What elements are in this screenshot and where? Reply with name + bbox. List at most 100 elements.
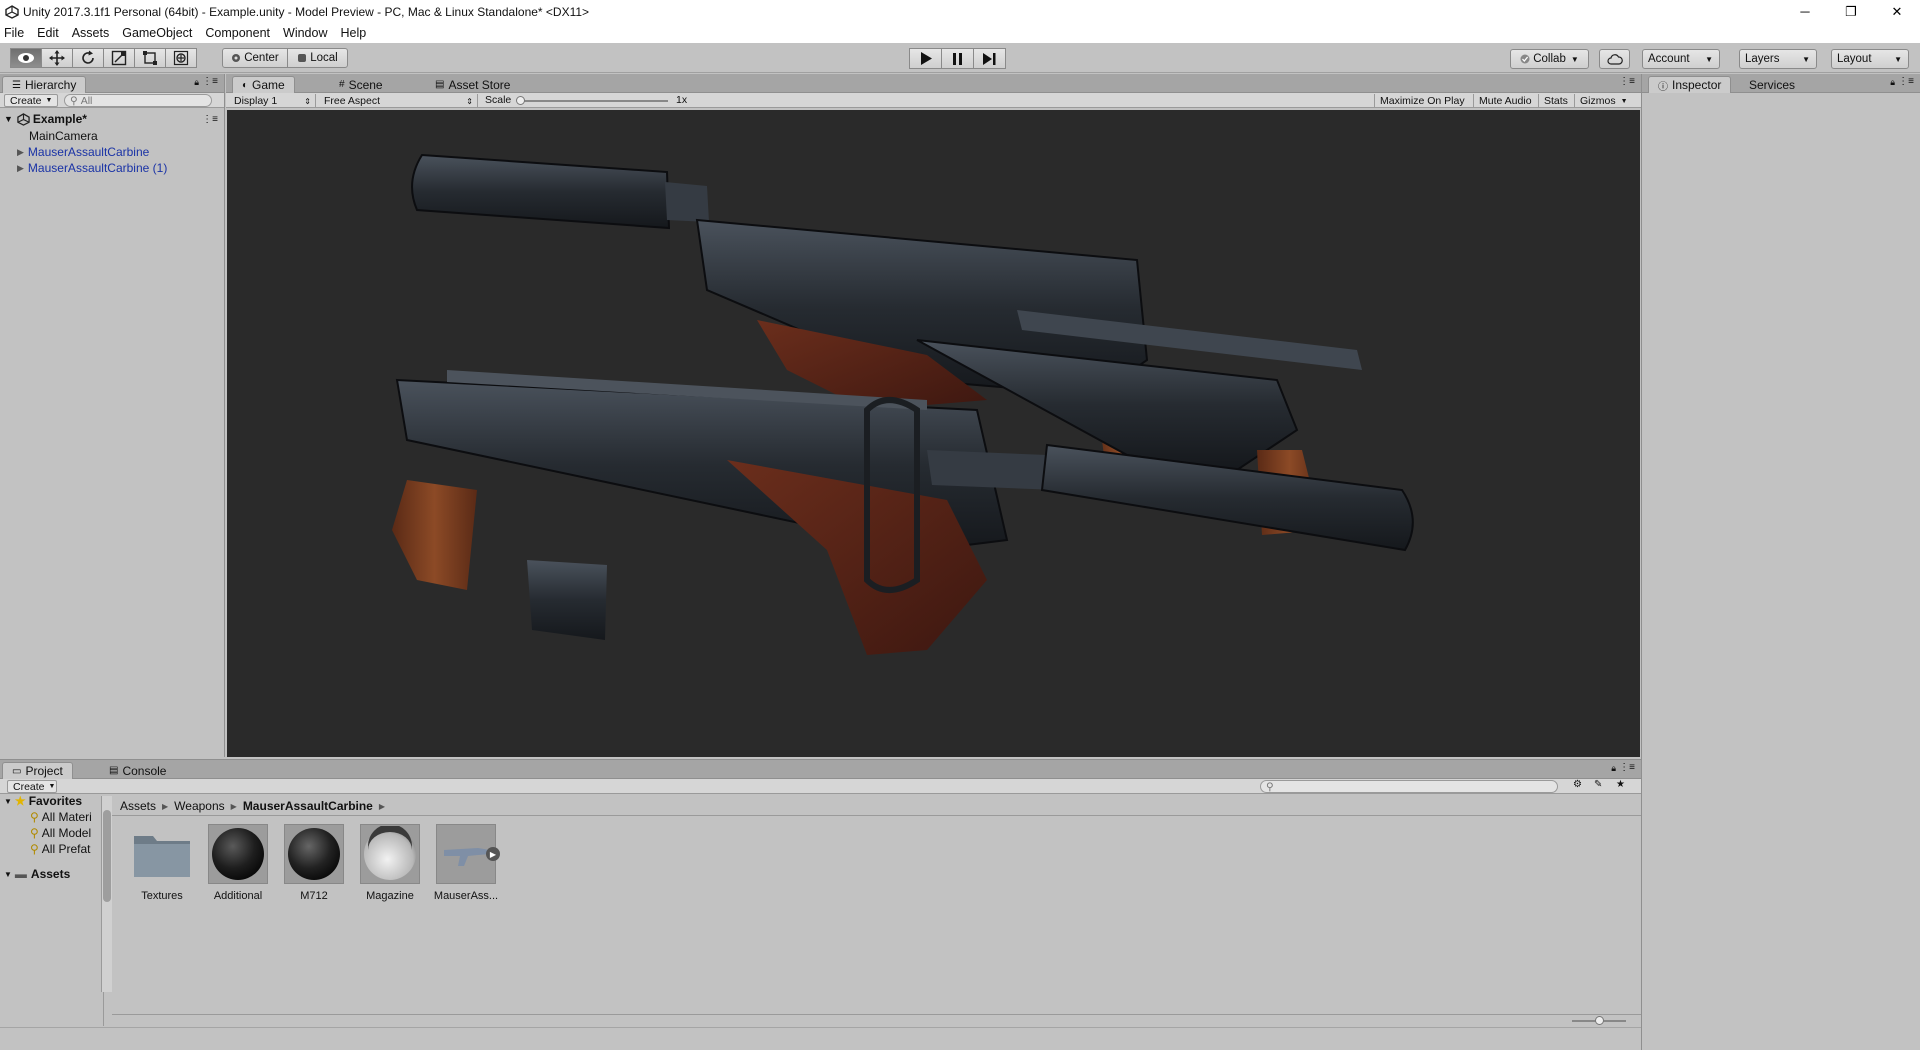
tree-scrollbar-track[interactable]	[101, 796, 112, 992]
tab-console[interactable]: ▤ Console	[100, 762, 175, 779]
pivot-local-button[interactable]: Local	[287, 48, 348, 68]
window-titlebar: Unity 2017.3.1f1 Personal (64bit) - Exam…	[0, 0, 1920, 23]
favorites-row[interactable]: ▼ ★ Favorites	[4, 796, 82, 809]
project-search-input[interactable]: ⚲	[1260, 780, 1558, 793]
asset-item-textures[interactable]: Textures	[129, 824, 195, 902]
transform-tool-button[interactable]	[165, 48, 197, 68]
scene-menu-icon[interactable]: ⋮≡	[202, 114, 218, 125]
gizmos-toggle[interactable]: Gizmos ▼	[1574, 94, 1633, 108]
star-icon: ★	[14, 796, 26, 808]
maximize-on-play-toggle[interactable]: Maximize On Play	[1374, 94, 1470, 108]
thumbnail-size-thumb[interactable]	[1595, 1016, 1604, 1025]
layers-dropdown[interactable]: Layers ▼	[1739, 49, 1817, 69]
layout-dropdown[interactable]: Layout ▼	[1831, 49, 1909, 69]
gizmos-label: Gizmos	[1580, 95, 1616, 107]
favorite-star-icon[interactable]: ★	[1616, 779, 1625, 790]
panel-menu-icon[interactable]: ⋮≡	[202, 76, 218, 87]
folder-icon	[132, 824, 192, 884]
asset-label: MauserAss...	[433, 890, 499, 902]
tab-hierarchy[interactable]: ☰ Hierarchy	[2, 76, 87, 93]
project-create-button[interactable]: Create ▼	[7, 780, 57, 793]
favorite-item-label: All Model	[41, 826, 92, 840]
restore-button[interactable]: ❐	[1828, 0, 1874, 23]
collab-dropdown[interactable]: Collab ▼	[1510, 49, 1589, 69]
scale-tool-button[interactable]	[103, 48, 135, 68]
expand-down-icon[interactable]: ▼	[4, 114, 13, 124]
tab-scene[interactable]: # Scene	[330, 76, 392, 93]
aspect-dropdown[interactable]: Free Aspect ⇕	[320, 94, 478, 108]
assets-root-row[interactable]: ▼ ▬ Assets	[4, 866, 70, 882]
hierarchy-item-carbine-1[interactable]: ▶ MauserAssaultCarbine (1)	[17, 160, 167, 176]
account-dropdown[interactable]: Account ▼	[1642, 49, 1720, 69]
panel-menu-icon[interactable]: ⋮≡	[1619, 762, 1635, 773]
pivot-local-label: Local	[310, 52, 338, 64]
lock-icon[interactable]: 🔒︎	[1890, 77, 1895, 88]
step-button[interactable]	[973, 48, 1006, 69]
view-tool-button[interactable]	[10, 48, 42, 68]
expand-down-icon[interactable]: ▼	[4, 870, 12, 879]
menu-help[interactable]: Help	[340, 26, 366, 40]
aspect-label: Free Aspect	[324, 95, 381, 107]
project-subbar: Create ▼ ⚲ ⚙ ✎ ★	[0, 779, 1641, 794]
hierarchy-create-button[interactable]: Create ▼	[4, 94, 58, 107]
breadcrumb-item-current[interactable]: MauserAssaultCarbine	[243, 799, 373, 813]
breadcrumb-separator-icon: ▶	[378, 801, 386, 811]
grid-icon: #	[339, 79, 345, 90]
tree-scrollbar-thumb[interactable]	[103, 810, 111, 902]
close-button[interactable]: ✕	[1874, 0, 1920, 23]
favorite-item[interactable]: ⚲ All Prefat	[30, 841, 90, 857]
tab-inspector[interactable]: ⓘ Inspector	[1648, 76, 1732, 93]
menu-assets[interactable]: Assets	[72, 26, 110, 40]
scale-slider[interactable]	[518, 100, 668, 102]
tab-services[interactable]: Services	[1740, 76, 1804, 93]
hierarchy-search-placeholder: All	[80, 94, 93, 107]
expand-right-icon[interactable]: ▶	[17, 163, 24, 174]
asset-item-magazine[interactable]: Magazine	[357, 824, 423, 902]
expand-model-icon[interactable]: ▶	[486, 847, 500, 861]
favorite-item[interactable]: ⚲ All Model	[30, 825, 91, 841]
rotate-tool-button[interactable]	[72, 48, 104, 68]
menu-window[interactable]: Window	[283, 26, 327, 40]
breadcrumb-item[interactable]: Assets	[120, 799, 156, 813]
move-tool-button[interactable]	[41, 48, 73, 68]
game-viewport[interactable]	[227, 110, 1640, 757]
scene-row[interactable]: ▼ Example* ⋮≡	[0, 111, 224, 127]
menu-edit[interactable]: Edit	[37, 26, 59, 40]
panel-menu-icon[interactable]: ⋮≡	[1619, 76, 1635, 87]
rect-tool-button[interactable]	[134, 48, 166, 68]
expand-right-icon[interactable]: ▶	[17, 147, 24, 158]
mute-audio-toggle[interactable]: Mute Audio	[1473, 94, 1537, 108]
tab-game-label: Game	[252, 78, 285, 92]
lock-icon[interactable]: 🔒︎	[194, 77, 199, 88]
cloud-button[interactable]	[1599, 49, 1630, 69]
hierarchy-item-maincamera[interactable]: MainCamera	[29, 128, 98, 144]
filter-by-label-icon[interactable]: ✎	[1594, 779, 1602, 790]
tab-asset-store[interactable]: ▤ Asset Store	[426, 76, 519, 93]
breadcrumb-item[interactable]: Weapons	[174, 799, 224, 813]
tab-game[interactable]: ◐ Game	[232, 76, 295, 93]
breadcrumb-separator-icon: ▶	[230, 801, 237, 811]
pivot-center-button[interactable]: Center	[222, 48, 288, 68]
asset-item-mauserass[interactable]: ▶ MauserAss...	[433, 824, 500, 902]
minimize-button[interactable]: ─	[1782, 0, 1828, 23]
lock-icon[interactable]: 🔒︎	[1611, 763, 1616, 774]
display-dropdown[interactable]: Display 1 ⇕	[230, 94, 316, 108]
hierarchy-search-input[interactable]: ⚲ All	[64, 94, 212, 107]
asset-item-m712[interactable]: M712	[281, 824, 347, 902]
hierarchy-item-carbine[interactable]: ▶ MauserAssaultCarbine	[17, 144, 149, 160]
play-button[interactable]	[909, 48, 942, 69]
menu-gameobject[interactable]: GameObject	[122, 26, 192, 40]
pause-button[interactable]	[941, 48, 974, 69]
stats-toggle[interactable]: Stats	[1538, 94, 1573, 108]
asset-item-additional[interactable]: Additional	[205, 824, 271, 902]
panel-menu-icon[interactable]: ⋮≡	[1898, 76, 1914, 87]
favorite-item[interactable]: ⚲ All Materi	[30, 809, 92, 825]
scene-name: Example*	[32, 112, 87, 126]
menu-file[interactable]: File	[4, 26, 24, 40]
filter-by-type-icon[interactable]: ⚙	[1573, 779, 1582, 790]
scale-slider-thumb[interactable]	[516, 96, 525, 105]
menu-component[interactable]: Component	[205, 26, 270, 40]
tab-inspector-label: Inspector	[1672, 78, 1722, 92]
expand-down-icon[interactable]: ▼	[4, 797, 12, 806]
tab-project[interactable]: ▭ Project	[2, 762, 73, 779]
